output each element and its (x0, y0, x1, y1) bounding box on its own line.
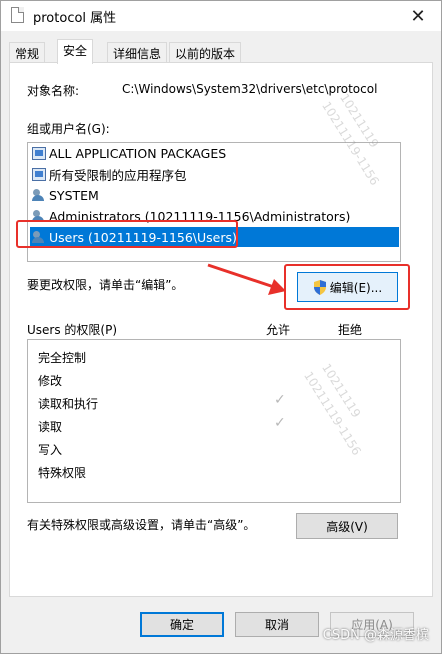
title-bar: protocol 属性 ✕ (1, 1, 441, 31)
arrow-icon (207, 263, 286, 295)
advanced-hint: 有关特殊权限或高级设置，请单击“高级”。 (27, 518, 256, 532)
object-name-label: 对象名称: (27, 84, 80, 98)
credit-watermark: CSDN @森源香槟 (322, 628, 429, 643)
package-icon (32, 146, 46, 160)
allow-header: 允许 (266, 323, 291, 337)
permission-row-label: 修改 (38, 374, 63, 388)
properties-dialog: protocol 属性 ✕ 常规 安全 详细信息 以前的版本 对象名称: C:\… (0, 0, 442, 654)
object-name-value: C:\Windows\System32\drivers\etc\protocol (122, 82, 378, 96)
ok-button[interactable]: 确定 (140, 612, 224, 637)
cancel-button[interactable]: 取消 (235, 612, 319, 637)
check-icon: ✓ (274, 392, 286, 408)
tab-previous-versions[interactable]: 以前的版本 (169, 42, 242, 63)
permission-row-label: 读取和执行 (38, 397, 99, 411)
highlight-box-edit (284, 264, 410, 310)
list-item-label: 所有受限制的应用程序包 (49, 167, 187, 183)
permission-row-label: 特殊权限 (38, 466, 87, 480)
users-icon (32, 188, 46, 202)
change-hint: 要更改权限，请单击“编辑”。 (27, 278, 184, 292)
highlight-box-users (16, 220, 238, 248)
deny-header: 拒绝 (338, 323, 363, 337)
check-icon: ✓ (274, 415, 286, 431)
list-item-label: ALL APPLICATION PACKAGES (49, 145, 227, 161)
permission-row-label: 写入 (38, 443, 63, 457)
permissions-label: Users 的权限(P) (27, 323, 118, 337)
window-title: protocol 属性 (33, 11, 117, 26)
list-item[interactable]: ALL APPLICATION PACKAGES (30, 143, 226, 163)
groups-label: 组或用户名(G): (27, 122, 110, 136)
tab-security[interactable]: 安全 (57, 39, 94, 64)
package-icon (32, 167, 46, 181)
file-icon (11, 7, 24, 23)
tab-general[interactable]: 常规 (9, 42, 46, 63)
list-item[interactable]: 所有受限制的应用程序包 (30, 164, 187, 184)
list-item-label: SYSTEM (49, 187, 99, 203)
tab-details[interactable]: 详细信息 (107, 42, 168, 63)
list-item[interactable]: SYSTEM (30, 185, 99, 205)
permission-row-label: 读取 (38, 420, 63, 434)
advanced-button[interactable]: 高级(V) (296, 513, 398, 539)
close-button[interactable]: ✕ (395, 1, 441, 31)
permission-row-label: 完全控制 (38, 351, 87, 365)
